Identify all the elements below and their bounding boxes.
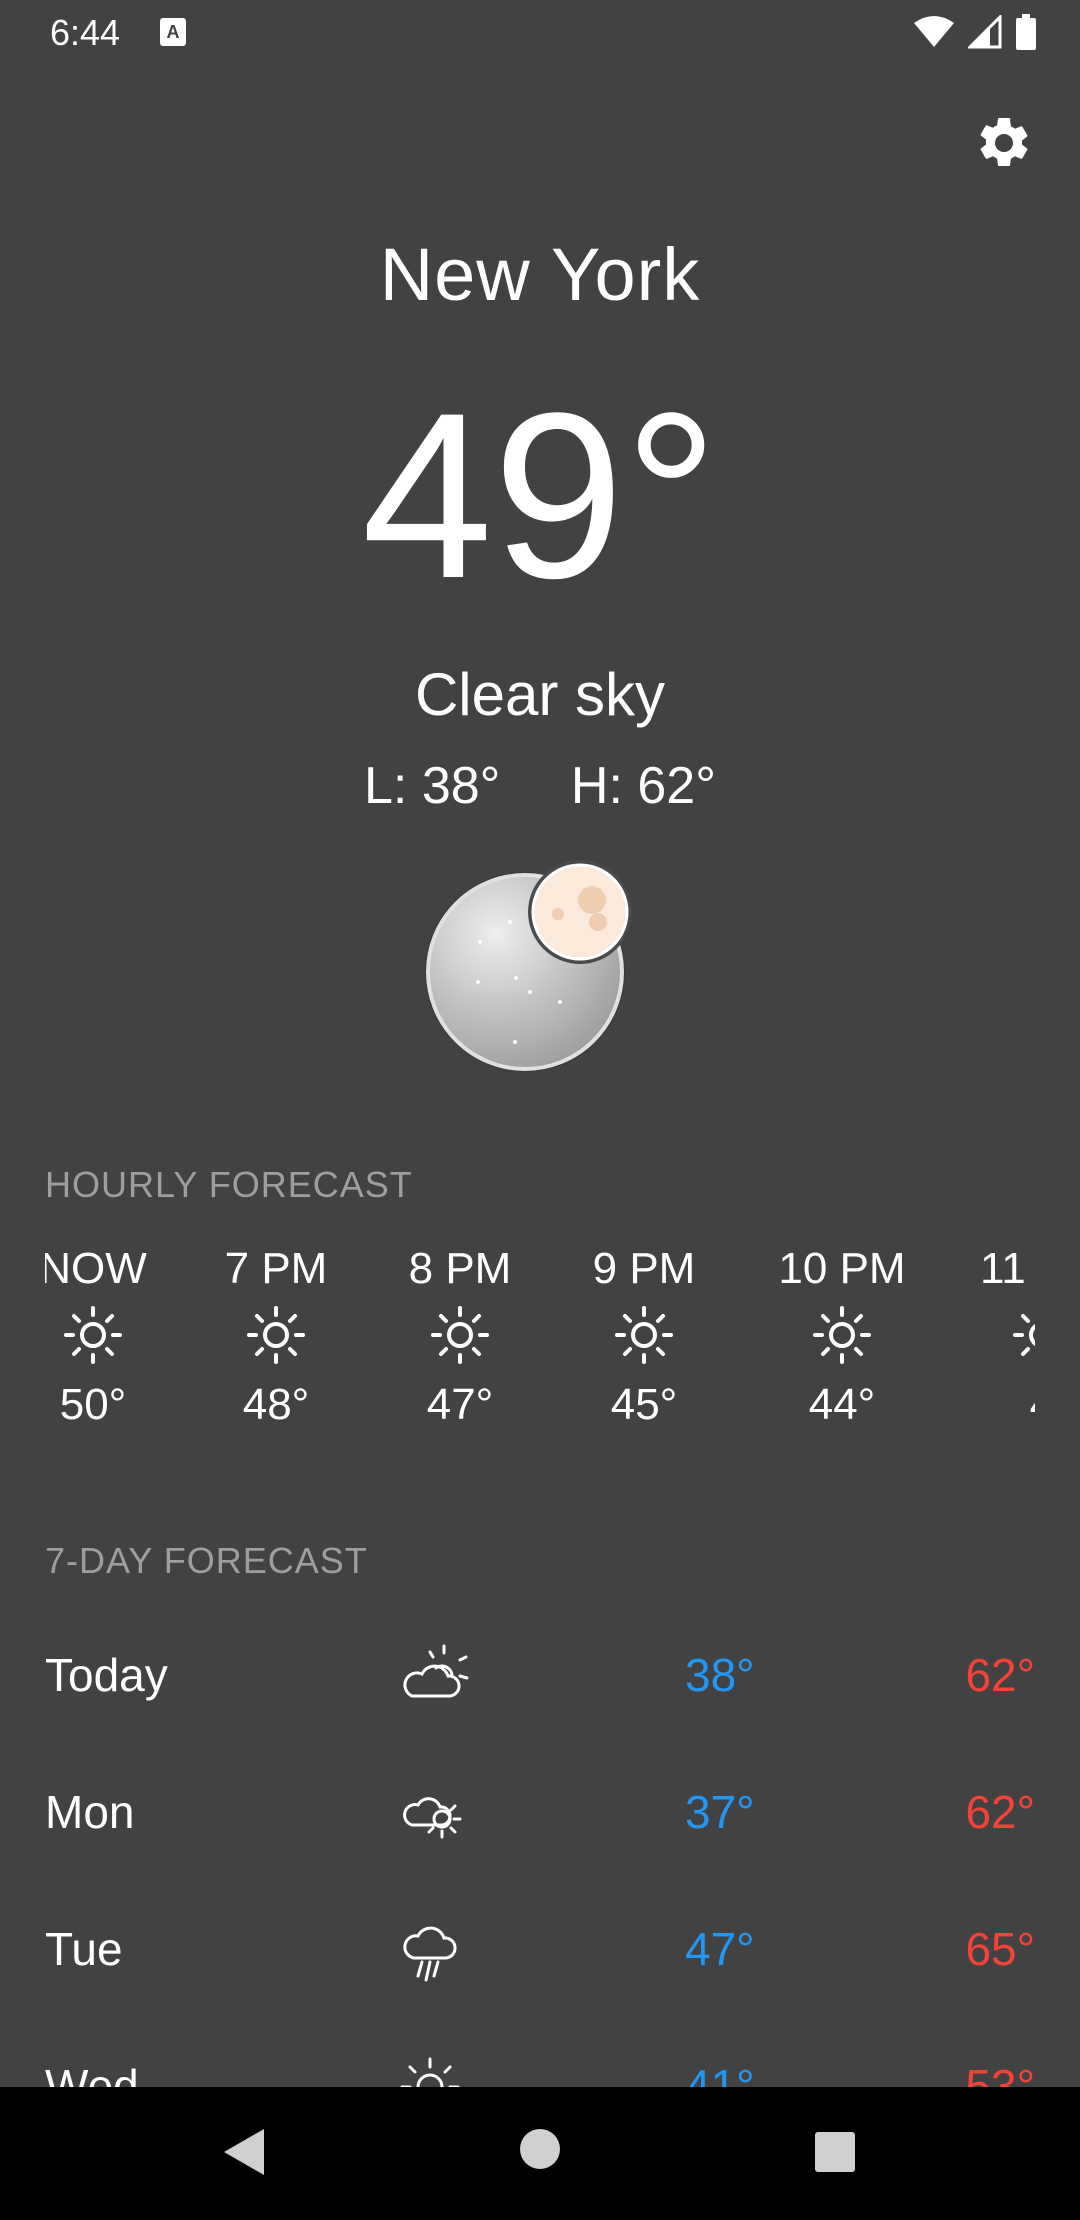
status-bar: 6:44 A <box>0 0 1080 66</box>
daily-row[interactable]: Mon 37° 62° <box>45 1755 1035 1865</box>
city-name: New York <box>379 233 701 316</box>
hour-time: NOW <box>45 1244 147 1293</box>
settings-button[interactable] <box>974 113 1034 173</box>
daily-row[interactable]: Today 38° 62° <box>45 1618 1035 1728</box>
sun-icon <box>431 1306 489 1364</box>
day-low: 37° <box>685 1786 755 1838</box>
signal-icon <box>968 15 1002 49</box>
hour-temp: 4 <box>972 1380 1035 1430</box>
sun-icon <box>813 1306 871 1364</box>
home-button[interactable] <box>518 2127 562 2171</box>
daily-forecast-title: 7-DAY FORECAST <box>45 1540 368 1581</box>
day-high: 62° <box>965 1786 1035 1838</box>
navigation-bar <box>0 2087 1080 2220</box>
battery-icon <box>1016 14 1036 50</box>
hour-time: 7 PM <box>224 1244 328 1293</box>
hour-temp: 50° <box>59 1380 127 1429</box>
hour-temp: 44° <box>808 1380 876 1429</box>
hour-temp: 45° <box>610 1380 678 1429</box>
cloudy-sun-icon <box>403 1797 462 1839</box>
hour-temp: 47° <box>426 1380 494 1429</box>
sun-icon <box>64 1306 122 1364</box>
hourly-item: 9 PM 45° <box>574 1244 714 1430</box>
hour-time: 11 PM <box>980 1244 1035 1293</box>
day-name: Today <box>45 1649 168 1701</box>
hour-time: 8 PM <box>408 1244 512 1293</box>
gear-icon <box>980 117 1028 167</box>
hourly-forecast-list[interactable]: NOW 50° 7 PM 48° 8 PM 47° 9 PM 45° 10 PM… <box>45 1244 1035 1454</box>
low-high-temps: L: 38° H: 62° <box>0 756 1080 816</box>
back-button[interactable] <box>222 2127 266 2177</box>
day-high: 62° <box>965 1649 1035 1701</box>
hourly-item: 10 PM 44° <box>772 1244 912 1430</box>
hour-temp: 48° <box>242 1380 310 1429</box>
hourly-forecast-title: HOURLY FORECAST <box>45 1164 413 1205</box>
low-temp: L: 38° <box>364 757 501 815</box>
hourly-item: NOW 50° <box>45 1244 163 1430</box>
sun-icon <box>615 1306 673 1364</box>
day-name: Tue <box>45 1923 123 1975</box>
status-time: 6:44 <box>50 12 121 53</box>
rain-icon <box>403 1926 457 1982</box>
hourly-item: 7 PM 48° <box>206 1244 346 1430</box>
day-low: 47° <box>685 1923 755 1975</box>
hourly-item: 8 PM 47° <box>390 1244 530 1430</box>
sun-icon <box>247 1306 305 1364</box>
daily-row[interactable]: Tue 47° 65° <box>45 1892 1035 2002</box>
notification-icon: A <box>160 18 186 46</box>
partly-cloudy-day-icon <box>403 1644 469 1698</box>
recents-button[interactable] <box>814 2131 856 2173</box>
wifi-icon <box>914 16 954 47</box>
current-temperature: 49° <box>361 364 719 628</box>
clear-night-icon <box>425 860 632 1072</box>
hour-time: 10 PM <box>778 1244 906 1293</box>
day-low: 38° <box>685 1649 755 1701</box>
status-icons <box>914 14 1036 50</box>
sun-icon <box>1013 1314 1035 1356</box>
high-temp: H: 62° <box>570 757 716 815</box>
hour-time: 9 PM <box>592 1244 696 1293</box>
day-high: 65° <box>965 1923 1035 1975</box>
hourly-item: 11 PM 4 <box>972 1244 1035 1430</box>
day-name: Mon <box>45 1786 135 1838</box>
weather-condition: Clear sky <box>414 661 666 728</box>
